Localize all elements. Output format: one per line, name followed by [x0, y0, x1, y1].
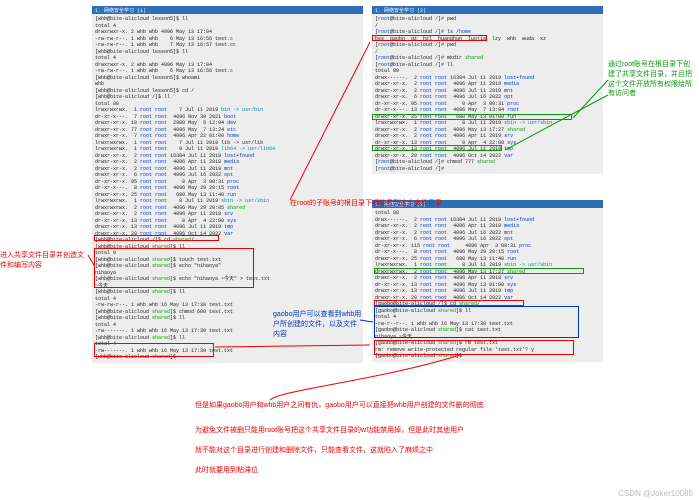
highlight-cd-shared — [94, 235, 219, 241]
highlight-shared-dir — [372, 114, 572, 120]
annotation-para3: 就不能对这个目录进行创建和删除文件，只能查看文件，这就陷入了麻烦之中 — [195, 445, 615, 455]
terminal-gaobo: 1. 网络安全学习 (2) total 80drwx------. 2 root… — [370, 198, 605, 364]
annotation-para1: 但是如果gaobo用户和whb用户之间有仇，gaobo用户可以直接把whb用户创… — [195, 400, 615, 410]
highlight-ll-result — [94, 343, 214, 357]
annotation-left: 进入共享文件目录并创造文件和编写内容 — [0, 250, 88, 270]
annotation-para4: 此时就要用到粘滞位 — [195, 465, 615, 475]
highlight-cat-view — [374, 306, 579, 338]
terminal-header: 1. 网络安全学习 (2) — [372, 6, 603, 14]
highlight-shared-gaobo — [374, 268, 584, 274]
annotation-para2: 为避免文件被删只能用root账号把这个共享文件目录的w功能禁用掉，但是此时其他用… — [195, 425, 615, 435]
highlight-chmod — [372, 145, 502, 151]
annotation-gaobo-view: gaobo用户可以查看到whb用户所创建的文件，以及文件内容 — [273, 310, 363, 339]
highlight-rm-test — [374, 340, 574, 355]
terminal-header: 1. 网络安全学习 (1) — [92, 6, 363, 14]
highlight-touch-echo — [94, 248, 254, 288]
terminal-line: [root@bite-alicloud /]# — [375, 166, 600, 173]
highlight-mkdir — [372, 35, 487, 41]
annotation-mid: 在root的子账号的根目录下都能看到这个文件目录 — [290, 198, 590, 208]
annotation-right: 通过root账号在根目录下创建了共享文件目录，并且把这个文件开放所有权限给所有访… — [608, 60, 696, 99]
watermark: CSDN @Joker10085 — [618, 489, 693, 498]
terminal-content: total 80drwx------. 2 root root 16384 Ju… — [372, 208, 603, 362]
